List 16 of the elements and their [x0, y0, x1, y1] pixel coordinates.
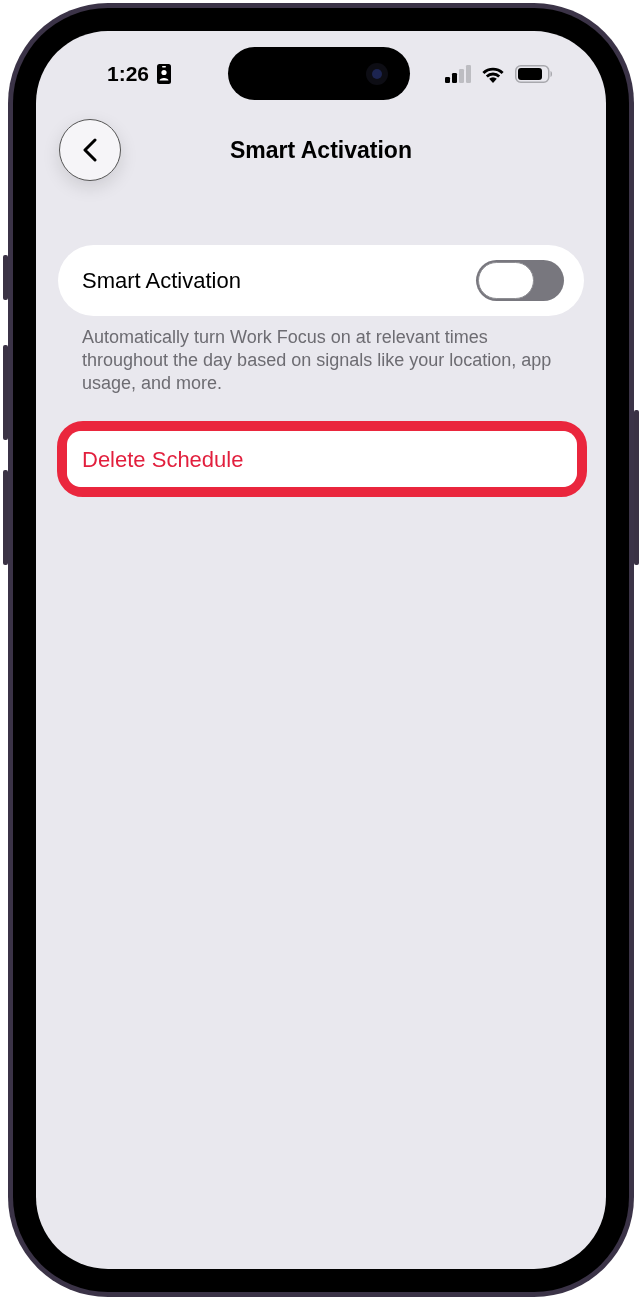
- toggle-switch[interactable]: [476, 260, 564, 301]
- setting-label: Smart Activation: [82, 267, 241, 295]
- person-badge-icon: [157, 63, 171, 84]
- side-button[interactable]: [3, 470, 8, 565]
- page-title: Smart Activation: [230, 135, 412, 165]
- battery-icon: [515, 64, 553, 83]
- setting-description: Automatically turn Work Focus on at relevant times throughout the day based on signals like your location, app usage, and more.: [81, 326, 553, 395]
- status-time: 1:26: [107, 63, 149, 84]
- back-chevron-icon: [83, 138, 97, 162]
- side-button[interactable]: [3, 255, 8, 300]
- camera-lens-icon: [366, 62, 388, 85]
- delete-schedule-button[interactable]: Delete Schedule: [67, 431, 577, 487]
- side-button[interactable]: [3, 345, 8, 440]
- toggle-thumb: [478, 262, 534, 299]
- side-button[interactable]: [634, 410, 639, 565]
- signal-icon: [445, 64, 471, 83]
